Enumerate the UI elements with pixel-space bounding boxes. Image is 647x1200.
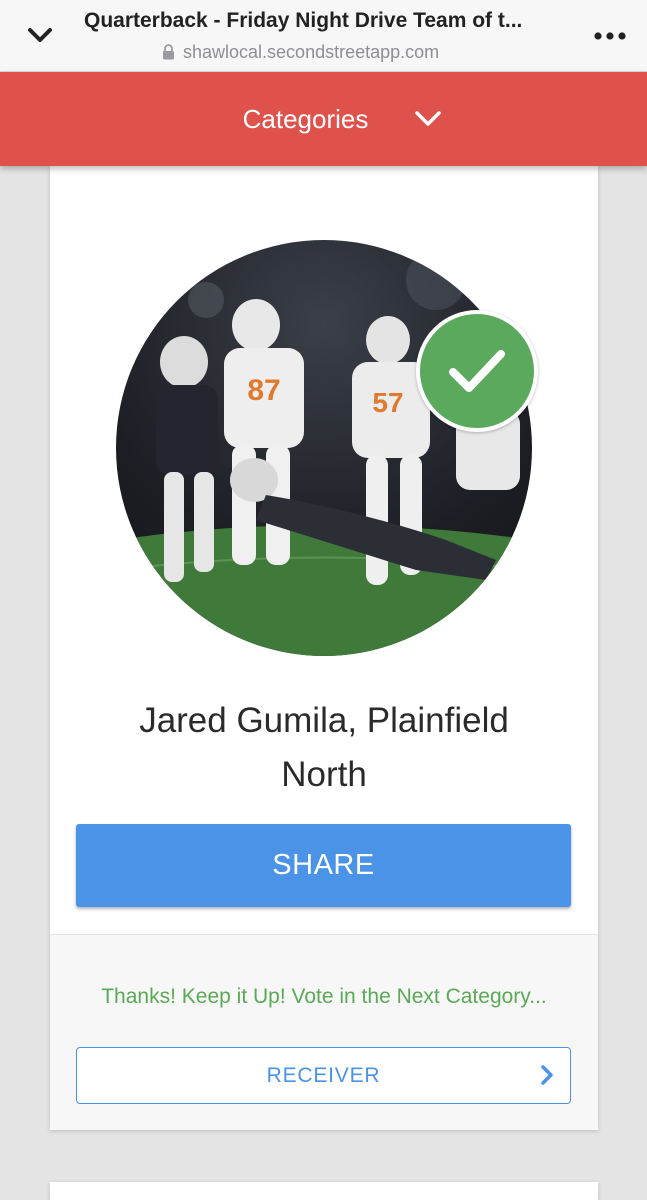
browser-toolbar: Quarterback - Friday Night Drive Team of… [0, 0, 647, 72]
page-title: Quarterback - Friday Night Drive Team of… [84, 9, 523, 32]
chevron-down-icon[interactable] [414, 110, 442, 128]
contestant-card: 87 57 Jared Gumila, Plainfield North SHA… [50, 166, 598, 1130]
categories-bar[interactable]: Categories [0, 72, 647, 166]
contestant-photo: 87 57 [116, 240, 532, 656]
next-category-section: Thanks! Keep it Up! Vote in the Next Cat… [50, 935, 598, 1130]
next-category-label: RECEIVER [266, 1063, 381, 1087]
svg-text:87: 87 [247, 374, 280, 407]
share-button[interactable]: SHARE [76, 824, 571, 907]
contestant-photo-wrap: 87 57 [116, 240, 538, 656]
lock-icon [163, 44, 174, 60]
next-category-button[interactable]: RECEIVER [76, 1047, 571, 1104]
thanks-message: Thanks! Keep it Up! Vote in the Next Cat… [101, 985, 547, 1008]
svg-text:57: 57 [372, 387, 403, 418]
chevron-right-icon [541, 1065, 553, 1085]
contestant-name-line1: Jared Gumila, Plainfield [139, 701, 509, 740]
url-text: shawlocal.secondstreetapp.com [183, 41, 440, 62]
collapse-button[interactable] [22, 20, 58, 50]
checkmark-icon [449, 350, 505, 392]
contestant-name: Jared Gumila, Plainfield North [70, 694, 578, 802]
contestant-name-line2: North [281, 755, 367, 794]
more-button[interactable] [590, 24, 630, 48]
url-display[interactable]: shawlocal.secondstreetapp.com [162, 40, 439, 64]
chevron-down-icon [28, 28, 52, 42]
next-card [50, 1182, 598, 1200]
voted-badge [416, 310, 538, 432]
football-action-photo: 87 57 [116, 250, 532, 656]
categories-label: Categories [242, 103, 369, 134]
more-icon [594, 32, 626, 40]
